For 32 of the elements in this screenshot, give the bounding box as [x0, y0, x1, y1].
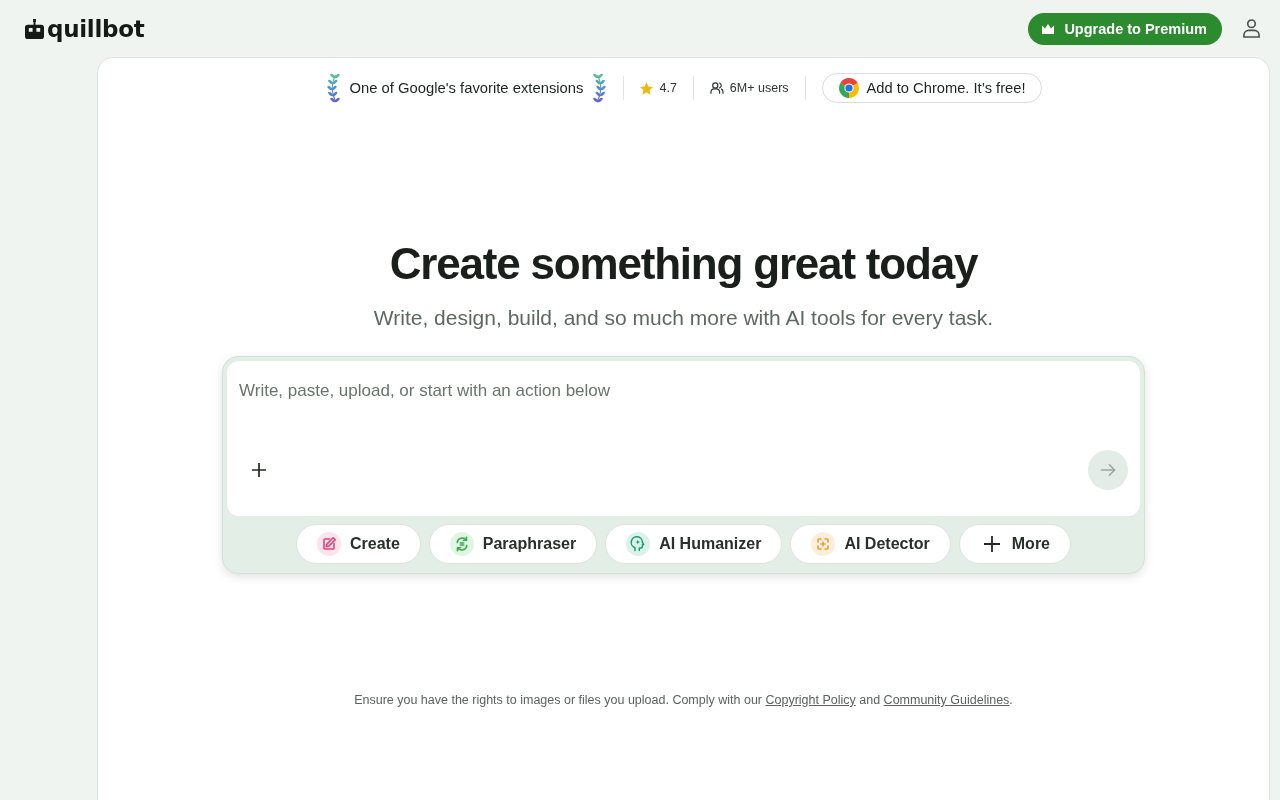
rating-text: 4.7: [659, 81, 677, 95]
action-button[interactable]: AI Humanizer: [605, 524, 783, 564]
sparkle-frame-icon: [811, 532, 836, 556]
robot-icon[interactable]: [25, 18, 44, 39]
plus-icon: [983, 536, 1000, 552]
crown-icon: [1042, 23, 1055, 34]
user-count-text: 6M+ users: [729, 81, 789, 95]
upload-notice: Ensure you have the rights to images or files you upload. Comply with our Copyright Policy and Community Guidelines.: [354, 692, 1013, 709]
action-button[interactable]: Paraphraser: [428, 524, 598, 564]
prompt-box[interactable]: Write, paste, upload, or start with an action below: [227, 361, 1140, 516]
laurel-icon: [592, 73, 608, 103]
action-button[interactable]: AI Detector: [790, 524, 951, 564]
arrow-right-icon: [1099, 463, 1117, 477]
add-to-chrome-button[interactable]: Add to Chrome. It’s free!: [821, 73, 1042, 103]
hero-subtitle: Write, design, build, and so much more with AI tools for every task.: [373, 305, 994, 331]
plus-icon[interactable]: [252, 463, 266, 477]
chrome-icon: [838, 78, 859, 98]
award-text: One of Google's favorite extensions: [349, 80, 584, 96]
action-button[interactable]: More: [958, 524, 1071, 564]
user-account-icon[interactable]: [1243, 19, 1260, 38]
star-icon: [640, 81, 654, 95]
logo-wordmark[interactable]: quillbot: [47, 15, 145, 42]
head-icon: [626, 532, 651, 556]
upgrade-button[interactable]: Upgrade to Premium: [1028, 12, 1222, 45]
footer-link[interactable]: Copyright Policy: [765, 693, 856, 707]
laurel-icon: [325, 73, 341, 103]
prompt-field[interactable]: Write, paste, upload, or start with an action below: [239, 381, 1128, 450]
users-icon: [709, 82, 724, 94]
hero-title: Create something great today: [389, 238, 978, 290]
refresh-arrows-icon: [449, 532, 474, 556]
edit-icon: [316, 532, 341, 556]
action-button[interactable]: Create: [295, 524, 421, 564]
